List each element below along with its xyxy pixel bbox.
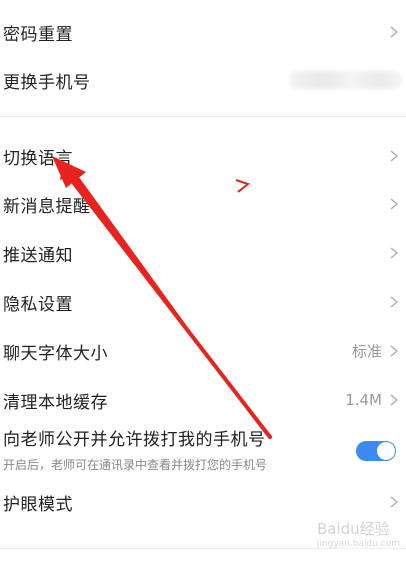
setting-password-reset[interactable]: 密码重置 — [0, 14, 406, 50]
section-divider — [0, 116, 406, 117]
setting-label: 护眼模式 — [3, 494, 73, 515]
setting-label: 密码重置 — [3, 24, 73, 45]
setting-label: 新消息提醒 — [3, 196, 91, 217]
setting-label: 切换语言 — [3, 148, 73, 169]
setting-public-phone: 向老师公开并允许拨打我的手机号 — [0, 424, 406, 461]
setting-push-notification[interactable]: 推送通知 — [0, 235, 406, 271]
setting-label: 推送通知 — [3, 245, 73, 266]
masked-phone-number — [290, 71, 402, 89]
setting-description: 开启后，老师可在通讯录中查看并拨打您的手机号 — [3, 458, 268, 472]
chevron-right-icon — [388, 150, 400, 162]
setting-label: 聊天字体大小 — [3, 343, 108, 364]
public-phone-toggle[interactable] — [356, 441, 396, 461]
chevron-right-icon — [388, 394, 400, 406]
setting-clear-cache[interactable]: 清理本地缓存 1.4M — [0, 382, 406, 418]
setting-new-message-reminder[interactable]: 新消息提醒 — [0, 186, 406, 222]
setting-value: 1.4M — [345, 391, 382, 409]
setting-value: 标准 — [351, 342, 382, 361]
toggle-knob — [377, 442, 395, 460]
chevron-right-icon — [388, 26, 400, 38]
chevron-right-icon — [388, 198, 400, 210]
setting-eye-protection[interactable]: 护眼模式 — [0, 484, 406, 520]
watermark-text: Baidu经验 — [316, 520, 390, 538]
setting-switch-language[interactable]: 切换语言 — [0, 138, 406, 174]
setting-label: 向老师公开并允许拨打我的手机号 — [3, 429, 266, 450]
chevron-right-icon — [388, 296, 400, 308]
setting-change-phone[interactable]: 更换手机号 — [0, 62, 406, 98]
setting-label: 更换手机号 — [3, 72, 91, 93]
baidu-watermark: Baidu经验 jingyan.baidu.com — [317, 518, 400, 549]
chevron-right-icon — [388, 247, 400, 259]
setting-label: 隐私设置 — [3, 294, 73, 315]
setting-privacy[interactable]: 隐私设置 — [0, 284, 406, 320]
chevron-right-icon — [388, 345, 400, 357]
setting-chat-font-size[interactable]: 聊天字体大小 标准 — [0, 333, 406, 369]
chevron-right-icon — [388, 496, 400, 508]
setting-label: 清理本地缓存 — [3, 392, 108, 413]
watermark-url: jingyan.baidu.com — [316, 539, 400, 549]
